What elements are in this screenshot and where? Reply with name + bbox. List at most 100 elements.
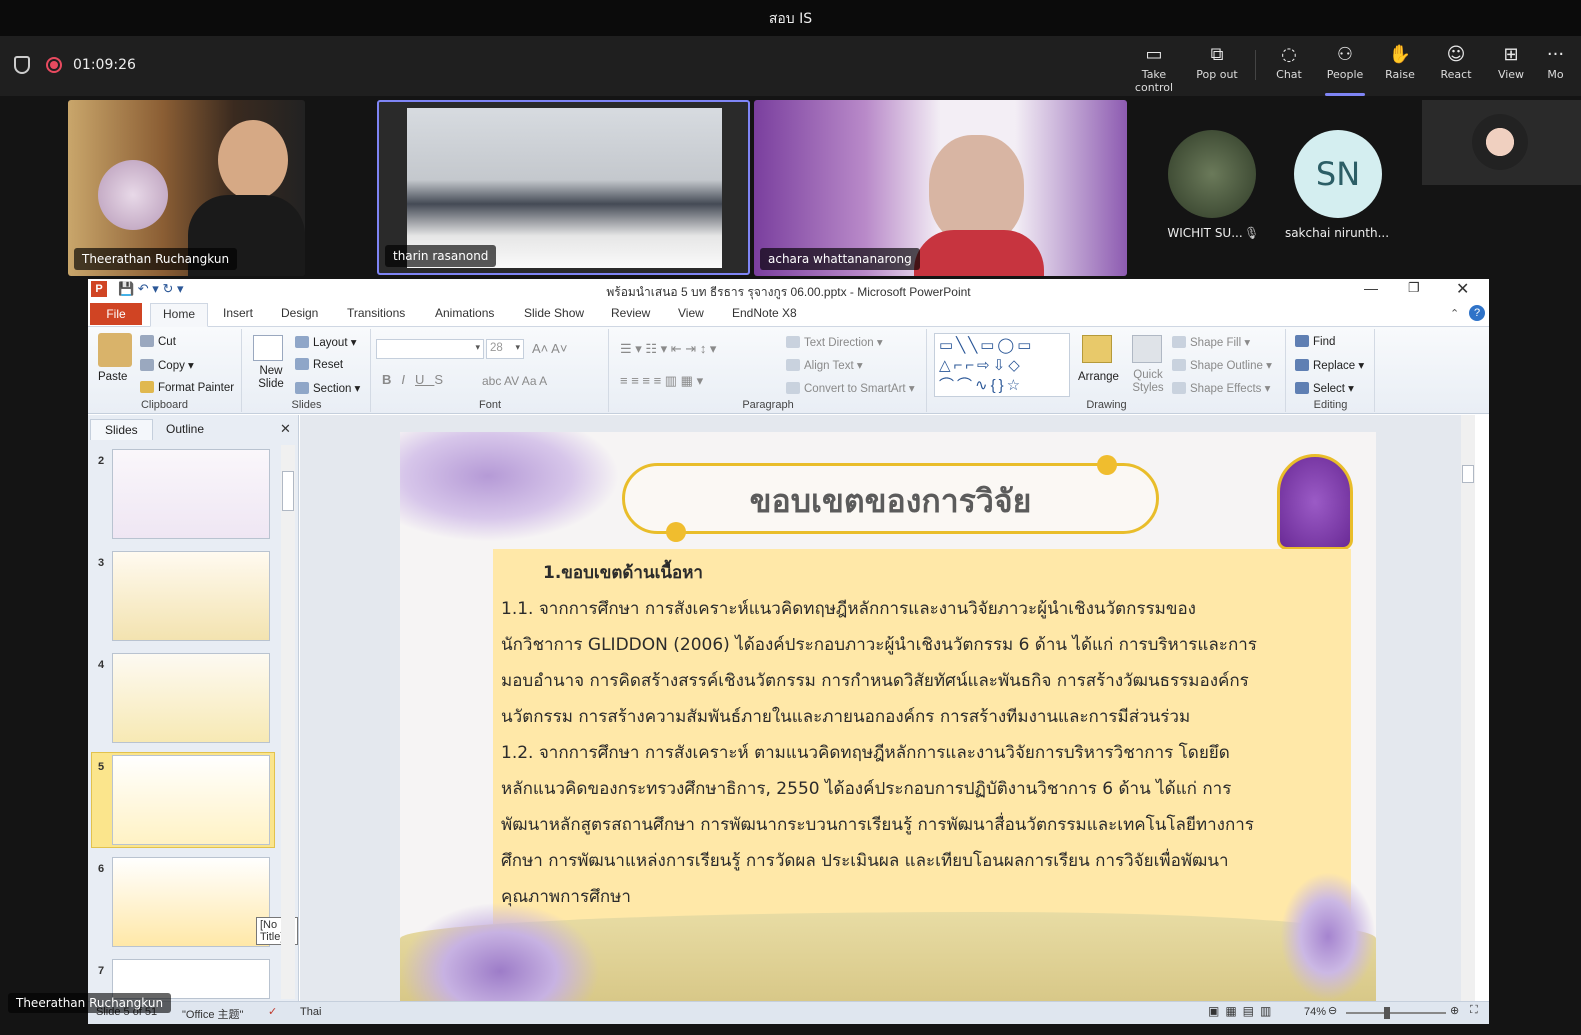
self-view-tile[interactable] [1422, 100, 1581, 185]
replace-icon [1295, 359, 1309, 371]
tab-animations[interactable]: Animations [435, 306, 494, 320]
zoom-level[interactable]: 74% [1304, 1006, 1326, 1018]
tab-file[interactable]: File [90, 303, 142, 325]
slide-title-frame: ขอบเขตของการวิจัย [622, 463, 1159, 534]
font-style-buttons[interactable]: BIUS [382, 372, 453, 387]
slide-thumbnail-2[interactable] [112, 449, 270, 539]
raise-hand-button[interactable]: ✋ Raise [1368, 42, 1432, 90]
find-button[interactable]: Find [1295, 335, 1335, 348]
paste-button[interactable]: Paste [98, 371, 127, 383]
arrange-button[interactable]: Arrange [1078, 371, 1119, 383]
participant-avatar-wichit[interactable] [1168, 130, 1256, 218]
chat-icon: ◌ [1281, 44, 1297, 65]
slide-scrollbar[interactable] [1461, 415, 1475, 1001]
bullets-button[interactable]: ☰ ▾ ☷ ▾ ⇤ ⇥ ↕ ▾ [620, 341, 716, 357]
content-line: มอบอำนาจ การคิดสร้างสรรค์เชิงนวัตกรรม กา… [501, 671, 1249, 691]
reset-button[interactable]: Reset [295, 358, 343, 371]
ppt-title-bar: P 💾 ↶ ▾ ↻ ▾ พร้อมนำเสนอ 5 บท ธีรธาร รุจา… [88, 279, 1489, 301]
cut-button[interactable]: Cut [140, 335, 176, 348]
zoom-out-icon[interactable]: ⊖ [1328, 1004, 1337, 1017]
spell-check-icon[interactable]: ✓ [268, 1005, 277, 1018]
grow-font-button[interactable]: A˄ A˅ [532, 341, 567, 356]
content-line: พัฒนาหลักสูตรสถานศึกษา การพัฒนากระบวนการ… [501, 815, 1254, 835]
tab-slide-show[interactable]: Slide Show [524, 306, 584, 320]
content-text-box[interactable]: 1.ขอบเขตด้านเนื้อหา 1.1. จากการศึกษา การ… [493, 549, 1351, 924]
font-effects-buttons[interactable]: abc AV Aa A [482, 374, 547, 388]
copy-button[interactable]: Copy ▾ [140, 358, 194, 372]
powerpoint-window: P 💾 ↶ ▾ ↻ ▾ พร้อมนำเสนอ 5 บท ธีรธาร รุจา… [88, 279, 1489, 1024]
pop-out-button[interactable]: ⧉ Pop out [1185, 42, 1249, 90]
title-dot-decoration [1097, 455, 1117, 475]
view-buttons[interactable]: ▣▦▤▥ [1208, 1004, 1277, 1018]
shapes-gallery[interactable]: ▭╲╲▭◯▭ △⌐⌐⇨⇩◇ ⌒⌒∿{}☆ [934, 333, 1070, 397]
participant-avatar-sakchai[interactable]: SN [1294, 130, 1382, 218]
tab-home[interactable]: Home [150, 303, 209, 327]
content-line: 1.2. จากการศึกษา การสังเคราะห์ ตามแนวคิด… [501, 743, 1230, 763]
participant-tile-2[interactable]: tharin rasanond [377, 100, 750, 275]
font-name-select[interactable]: ▾ [376, 339, 484, 359]
quick-styles-button[interactable]: Quick Styles [1128, 369, 1168, 395]
tab-endnote[interactable]: EndNote X8 [732, 306, 797, 320]
tab-view[interactable]: View [678, 306, 704, 320]
slide-thumbnail-3[interactable] [112, 551, 270, 641]
slide-thumbnail-5[interactable] [112, 755, 270, 845]
paragraph-group: ☰ ▾ ☷ ▾ ⇤ ⇥ ↕ ▾ ≡ ≡ ≡ ≡ ▥ ▦ ▾ Text Direc… [610, 329, 927, 412]
participant-tile-3[interactable]: achara whattananarong [754, 100, 1127, 276]
pane-scrollbar[interactable] [281, 445, 295, 999]
zoom-in-icon[interactable]: ⊕ [1450, 1004, 1459, 1017]
tab-review[interactable]: Review [611, 306, 650, 320]
tab-design[interactable]: Design [281, 306, 318, 320]
convert-smartart-button[interactable]: Convert to SmartArt ▾ [786, 381, 915, 395]
participant-video [218, 120, 288, 200]
content-line: นวัตกรรม การสร้างความสัมพันธ์ภายในและภาย… [501, 707, 1191, 727]
collapse-ribbon-icon[interactable]: ⌃ [1450, 307, 1459, 320]
close-pane-icon[interactable]: ✕ [280, 421, 291, 437]
clipboard-group-label: Clipboard [140, 399, 189, 411]
tab-insert[interactable]: Insert [223, 306, 253, 320]
language-indicator[interactable]: Thai [300, 1006, 321, 1018]
content-line: 1.1. จากการศึกษา การสังเคราะห์แนวคิดทฤษฎ… [501, 599, 1196, 619]
text-direction-button[interactable]: Text Direction ▾ [786, 335, 883, 349]
participant-video [407, 108, 722, 268]
find-icon [1295, 335, 1309, 347]
tab-outline[interactable]: Outline [152, 419, 218, 439]
tab-slides[interactable]: Slides [90, 419, 153, 440]
slide-editing-area: ขอบเขตของการวิจัย 1.ขอบเขตด้านเนื้อหา 1.… [300, 415, 1475, 1001]
more-button[interactable]: ··· Mo [1530, 42, 1581, 90]
participant-tile-1[interactable]: Theerathan Ruchangkun [68, 100, 305, 276]
minimize-button[interactable]: — [1364, 280, 1378, 296]
shape-effects-button[interactable]: Shape Effects ▾ [1172, 381, 1270, 395]
replace-button[interactable]: Replace ▾ [1295, 358, 1364, 372]
text-direction-icon [786, 336, 800, 348]
format-painter-button[interactable]: Format Painter [140, 381, 234, 394]
align-text-button[interactable]: Align Text ▾ [786, 358, 863, 372]
new-slide-button[interactable]: New Slide [251, 365, 291, 391]
editing-group: Find Replace ▾ Select ▾ Editing [1287, 329, 1375, 412]
editing-group-label: Editing [1313, 399, 1348, 411]
chat-button[interactable]: ◌ Chat [1257, 42, 1321, 90]
zoom-slider[interactable] [1346, 1007, 1446, 1019]
close-button[interactable]: ✕ [1456, 279, 1469, 299]
slide-thumbnail-6[interactable] [112, 857, 270, 947]
section-button[interactable]: Section ▾ [295, 381, 360, 395]
slide-thumbnail-4[interactable] [112, 653, 270, 743]
take-control-button[interactable]: ▭ Take control [1122, 42, 1186, 94]
drawing-group: ▭╲╲▭◯▭ △⌐⌐⇨⇩◇ ⌒⌒∿{}☆ Arrange Quick Style… [928, 329, 1286, 412]
select-icon [1295, 382, 1309, 394]
font-size-select[interactable]: 28 ▾ [486, 339, 524, 359]
current-slide[interactable]: ขอบเขตของการวิจัย 1.ขอบเขตด้านเนื้อหา 1.… [400, 432, 1376, 1001]
shape-outline-button[interactable]: Shape Outline ▾ [1172, 358, 1272, 372]
participant-name: sakchai nirunth... [1284, 226, 1390, 240]
format-painter-icon [140, 381, 154, 393]
meeting-title-bar: สอบ IS [0, 0, 1581, 36]
alignment-buttons[interactable]: ≡ ≡ ≡ ≡ ▥ ▦ ▾ [620, 373, 703, 389]
tab-transitions[interactable]: Transitions [347, 306, 405, 320]
slides-group-label: Slides [291, 399, 322, 411]
shape-fill-button[interactable]: Shape Fill ▾ [1172, 335, 1250, 349]
layout-button[interactable]: Layout ▾ [295, 335, 357, 349]
select-button[interactable]: Select ▾ [1295, 381, 1354, 395]
restore-button[interactable]: ❐ [1408, 280, 1420, 296]
clipboard-group: Paste Cut Copy ▾ Format Painter Clipboar… [88, 329, 242, 412]
fit-slide-icon[interactable]: ⛶ [1470, 1004, 1478, 1017]
help-icon[interactable]: ? [1469, 305, 1485, 321]
